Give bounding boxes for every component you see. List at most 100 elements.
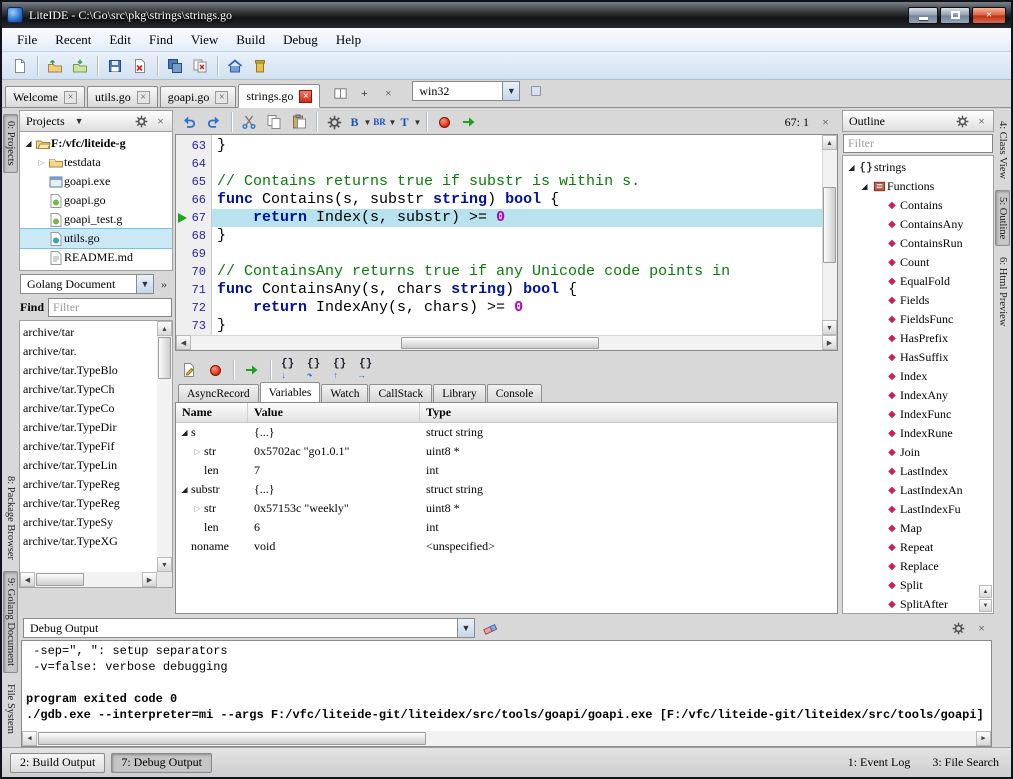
find-filter-input[interactable] [48,298,172,317]
tab-close-icon[interactable]: × [64,91,77,104]
line-number[interactable]: 65 [176,173,211,191]
scroll-right-icon[interactable]: ▶ [822,335,837,350]
menu-view[interactable]: View [182,29,227,51]
outline-item-indexany[interactable]: ◆IndexAny [843,386,993,405]
menu-find[interactable]: Find [140,29,182,51]
tree-expander-icon[interactable]: ◢ [22,139,35,148]
code-line[interactable]: } [217,227,822,245]
doc-list-item[interactable]: archive/tar.TypeXG [23,532,155,551]
project-item-utils-go[interactable]: utils.go [20,229,172,248]
side-tab-9-golang-document[interactable]: 9: Golang Document [3,571,18,673]
scroll-up-icon[interactable]: ▲ [979,585,992,598]
line-number[interactable]: 68 [176,227,211,245]
golang-document-select[interactable]: Golang Document ▼ [20,274,154,294]
variables-column-name[interactable]: Name [176,403,248,422]
open-project-button[interactable] [68,54,92,78]
doc-list-item[interactable]: archive/tar.TypeLin [23,456,155,475]
close-button[interactable]: × [972,7,1006,24]
outline-item-indexrune[interactable]: ◆IndexRune [843,424,993,443]
editor-close-button[interactable]: × [817,114,834,131]
code-line[interactable] [217,155,822,173]
project-item-goapi-exe[interactable]: goapi.exe [20,172,172,191]
outline-item-hasprefix[interactable]: ◆HasPrefix [843,329,993,348]
code-line[interactable]: } [217,317,822,335]
doc-list-item[interactable]: archive/tar.TypeFif [23,437,155,456]
projects-close-button[interactable]: × [152,113,169,130]
scroll-down-icon[interactable]: ▼ [822,320,837,335]
outline-item-functions[interactable]: ◢Functions [843,177,993,196]
tree-expander-icon[interactable]: ▷ [191,447,204,456]
outline-item-lastindexan[interactable]: ◆LastIndexAn [843,481,993,500]
output-channel-select[interactable]: Debug Output ▼ [23,618,475,638]
menu-edit[interactable]: Edit [100,29,140,51]
tab-close-icon[interactable]: × [137,91,150,104]
new-file-button[interactable] [8,54,32,78]
scrollbar-thumb[interactable] [36,573,84,586]
side-tab-4-class-view[interactable]: 4: Class View [995,114,1010,186]
scroll-left-icon[interactable]: ◀ [22,731,37,746]
projects-menu-button[interactable] [133,113,150,130]
variables-row[interactable]: ◢substr{...}struct string [176,480,837,499]
scrollbar-thumb[interactable] [823,187,836,263]
side-tab-file-system[interactable]: File System [3,677,18,741]
debug-tab-console[interactable]: Console [487,384,543,403]
variables-column-type[interactable]: Type [420,403,837,422]
outline-item-replace[interactable]: ◆Replace [843,557,993,576]
undo-button[interactable] [177,110,201,134]
menu-file[interactable]: File [8,29,46,51]
close-tab-button[interactable]: × [378,83,398,103]
outline-item-index[interactable]: ◆Index [843,367,993,386]
code-line[interactable] [217,245,822,263]
variables-row[interactable]: nonamevoid<unspecified> [176,537,837,556]
doc-list-item[interactable]: archive/tar.TypeSy [23,513,155,532]
outline-item-hassuffix[interactable]: ◆HasSuffix [843,348,993,367]
chevron-down-icon[interactable]: ▼ [136,275,153,293]
side-tab-6-html-preview[interactable]: 6: Html Preview [995,250,1010,333]
project-item-goapi-go[interactable]: goapi.go [20,191,172,210]
tree-expander-icon[interactable]: ▷ [191,504,204,513]
menu-build[interactable]: Build [227,29,274,51]
outline-filter-input[interactable] [843,134,993,153]
add-tab-button[interactable]: + [354,83,374,103]
outline-item-contains[interactable]: ◆Contains [843,196,993,215]
scrollbar-thumb[interactable] [158,337,171,379]
tree-expander-icon[interactable]: ▷ [35,158,48,167]
doc-list-item[interactable]: archive/tar [23,323,155,342]
variables-row[interactable]: len6int [176,518,837,537]
outline-item-lastindex[interactable]: ◆LastIndex [843,462,993,481]
status-button-2-build-output[interactable]: 2: Build Output [10,753,105,773]
insert-mark-button[interactable] [177,358,201,382]
scrollbar-thumb[interactable] [38,732,426,745]
variables-row[interactable]: ▷str0x5702ac "go1.0.1"uint8 * [176,442,837,461]
project-item-goapi-test-g[interactable]: goapi_test.g [20,210,172,229]
run-to-line-button[interactable]: {}→ [355,358,379,382]
environment-select[interactable]: win32 ▼ [412,81,520,101]
code-line[interactable]: return Index(s, substr) >= 0 [212,209,822,227]
doc-list-item[interactable]: archive/tar.TypeReg [23,475,155,494]
step-out-button[interactable]: {}↑ [329,358,353,382]
line-number[interactable]: 72 [176,299,211,317]
chevron-down-icon[interactable]: ▼ [457,619,474,637]
scroll-up-icon[interactable]: ▲ [822,135,837,150]
status-label-1-event-log[interactable]: 1: Event Log [848,755,911,770]
close-all-button[interactable] [188,54,212,78]
save-file-button[interactable] [103,54,127,78]
cut-button[interactable] [237,110,261,134]
outline-item-join[interactable]: ◆Join [843,443,993,462]
letter-t-button[interactable]: T▼ [397,110,421,134]
letter-br-button[interactable]: BR▼ [372,110,396,134]
line-number[interactable]: 66 [176,191,211,209]
debug-tab-variables[interactable]: Variables [260,382,321,403]
copy-button[interactable] [262,110,286,134]
outline-item-containsrun[interactable]: ◆ContainsRun [843,234,993,253]
code-line[interactable]: func ContainsAny(s, chars string) bool { [217,281,822,299]
project-item-readme-md[interactable]: README.md [20,248,172,267]
home-button[interactable] [223,54,247,78]
scroll-up-icon[interactable]: ▲ [157,321,172,336]
doc-list-item[interactable]: archive/tar.TypeCh [23,380,155,399]
editor-hscrollbar[interactable]: ◀ ▶ [176,335,837,350]
menu-recent[interactable]: Recent [46,29,100,51]
project-item-testdata[interactable]: ▷testdata [20,153,172,172]
side-tab-5-outline[interactable]: 5: Outline [995,190,1010,246]
letter-b-button[interactable]: B▼ [347,110,371,134]
